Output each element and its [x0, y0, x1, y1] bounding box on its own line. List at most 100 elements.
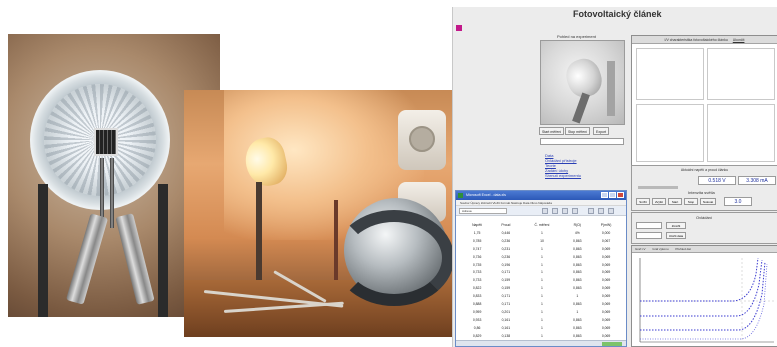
chart-icon[interactable]: [588, 208, 594, 214]
table-cell[interactable]: 0,86: [462, 324, 492, 332]
table-cell[interactable]: 1: [520, 292, 565, 300]
table-cell[interactable]: 0,069: [590, 276, 622, 284]
table-cell[interactable]: 0,863: [564, 324, 590, 332]
address-field[interactable]: Adresa: [459, 208, 507, 214]
decrease-button[interactable]: Snížit: [636, 198, 650, 205]
table-cell[interactable]: 0,833: [462, 292, 492, 300]
table-cell[interactable]: 0,735: [462, 261, 492, 269]
increase-button[interactable]: Zvýšit: [652, 198, 666, 205]
table-cell[interactable]: 0,736: [462, 253, 492, 261]
control-input-2[interactable]: [636, 232, 662, 239]
table-cell[interactable]: 0,161: [492, 316, 519, 324]
intensity-slider[interactable]: [638, 186, 678, 189]
table-cell[interactable]: 1: [520, 316, 565, 324]
table-cell[interactable]: 0,863: [564, 284, 590, 292]
table-cell[interactable]: 0,231: [492, 245, 519, 253]
table-cell[interactable]: 0,138: [492, 332, 519, 340]
table-cell[interactable]: 0,069: [590, 292, 622, 300]
start-measurement-button[interactable]: Start měření: [539, 127, 565, 135]
table-cell[interactable]: 0,236: [492, 237, 519, 245]
table-cell[interactable]: 0,069: [590, 332, 622, 340]
column-header[interactable]: Napětí: [462, 221, 492, 229]
table-cell[interactable]: 0,822: [462, 284, 492, 292]
table-cell[interactable]: 0,236: [492, 253, 519, 261]
table-cell[interactable]: 0,959: [462, 308, 492, 316]
column-header[interactable]: Proud: [492, 221, 519, 229]
column-header[interactable]: R(Ω): [564, 221, 590, 229]
tab-data-overview[interactable]: Přehled dat: [675, 247, 690, 251]
table-cell[interactable]: 0,069: [590, 253, 622, 261]
graph-close-link[interactable]: Ukončit: [733, 38, 745, 42]
table-cell[interactable]: 0,888: [462, 300, 492, 308]
table-cell[interactable]: 1: [520, 261, 565, 269]
control-input-1[interactable]: [636, 222, 662, 229]
tab-iv-graph[interactable]: Graf I-V: [635, 247, 646, 251]
back-icon[interactable]: [542, 208, 548, 214]
table-cell[interactable]: 0,863: [564, 253, 590, 261]
table-cell[interactable]: 0,863: [564, 268, 590, 276]
table-cell[interactable]: 0,171: [492, 300, 519, 308]
table-cell[interactable]: 0,000: [590, 229, 622, 237]
table-cell[interactable]: 1: [520, 300, 565, 308]
table-cell[interactable]: 1: [520, 324, 565, 332]
measure-button[interactable]: Změřit: [666, 222, 686, 229]
table-cell[interactable]: 10: [520, 237, 565, 245]
table-cell[interactable]: 0,069: [590, 300, 622, 308]
table-cell[interactable]: 0,069: [590, 284, 622, 292]
table-cell[interactable]: 0,171: [492, 268, 519, 276]
stop-measurement-button[interactable]: Stop měření: [565, 127, 591, 135]
start-button[interactable]: Start: [668, 198, 682, 205]
export-button[interactable]: Export: [593, 127, 610, 135]
table-cell[interactable]: 1: [564, 308, 590, 316]
print-icon[interactable]: [562, 208, 568, 214]
table-cell[interactable]: 0,446: [492, 229, 519, 237]
table-cell[interactable]: 1: [520, 308, 565, 316]
table-cell[interactable]: 0,733: [462, 268, 492, 276]
table-cell[interactable]: 0,201: [492, 308, 519, 316]
minimize-icon[interactable]: [601, 192, 608, 198]
link-summary[interactable]: Shrnutí experimentu: [545, 173, 581, 178]
table-cell[interactable]: 0,069: [590, 308, 622, 316]
table-cell[interactable]: 0,863: [564, 276, 590, 284]
table-cell[interactable]: 1: [520, 229, 565, 237]
table-cell[interactable]: 0,196: [492, 261, 519, 269]
excel-window[interactable]: Microsoft Excel - data.xls Soubor Úpravy…: [455, 190, 627, 347]
table-cell[interactable]: 1,75: [462, 229, 492, 237]
table-cell[interactable]: 0,863: [564, 332, 590, 340]
maximize-icon[interactable]: [609, 192, 616, 198]
table-cell[interactable]: 0,747: [462, 245, 492, 253]
forward-icon[interactable]: [552, 208, 558, 214]
save-icon[interactable]: [572, 208, 578, 214]
column-header[interactable]: Č. měření: [520, 221, 565, 229]
tools-icon[interactable]: [598, 208, 604, 214]
table-cell[interactable]: 0,161: [492, 324, 519, 332]
table-cell[interactable]: 0,159: [492, 284, 519, 292]
tab-power-graph[interactable]: Graf výkonu: [652, 247, 668, 251]
table-cell[interactable]: 0,069: [590, 268, 622, 276]
table-cell[interactable]: 0,069: [590, 245, 622, 253]
close-icon[interactable]: [617, 192, 624, 198]
table-cell[interactable]: 0,159: [492, 276, 519, 284]
intensity-value[interactable]: 3.0: [724, 197, 752, 206]
table-cell[interactable]: 0,067: [590, 237, 622, 245]
table-cell[interactable]: 1: [520, 253, 565, 261]
table-cell[interactable]: 0,863: [564, 261, 590, 269]
table-cell[interactable]: 4%: [564, 229, 590, 237]
table-cell[interactable]: 1: [520, 284, 565, 292]
column-header[interactable]: P(mW): [590, 221, 622, 229]
table-cell[interactable]: 1: [520, 276, 565, 284]
stop-button[interactable]: Stop: [684, 198, 698, 205]
table-cell[interactable]: 0,829: [462, 332, 492, 340]
table-cell[interactable]: 1: [520, 268, 565, 276]
table-cell[interactable]: 1: [564, 292, 590, 300]
help-icon[interactable]: [608, 208, 614, 214]
table-cell[interactable]: 0,863: [564, 300, 590, 308]
table-cell[interactable]: 0,863: [564, 245, 590, 253]
table-cell[interactable]: 0,069: [590, 316, 622, 324]
table-cell[interactable]: 0,863: [564, 316, 590, 324]
table-cell[interactable]: 0,863: [564, 237, 590, 245]
table-cell[interactable]: 0,785: [462, 237, 492, 245]
table-cell[interactable]: 0,069: [590, 324, 622, 332]
table-cell[interactable]: 1: [520, 332, 565, 340]
table-cell[interactable]: 1: [520, 245, 565, 253]
